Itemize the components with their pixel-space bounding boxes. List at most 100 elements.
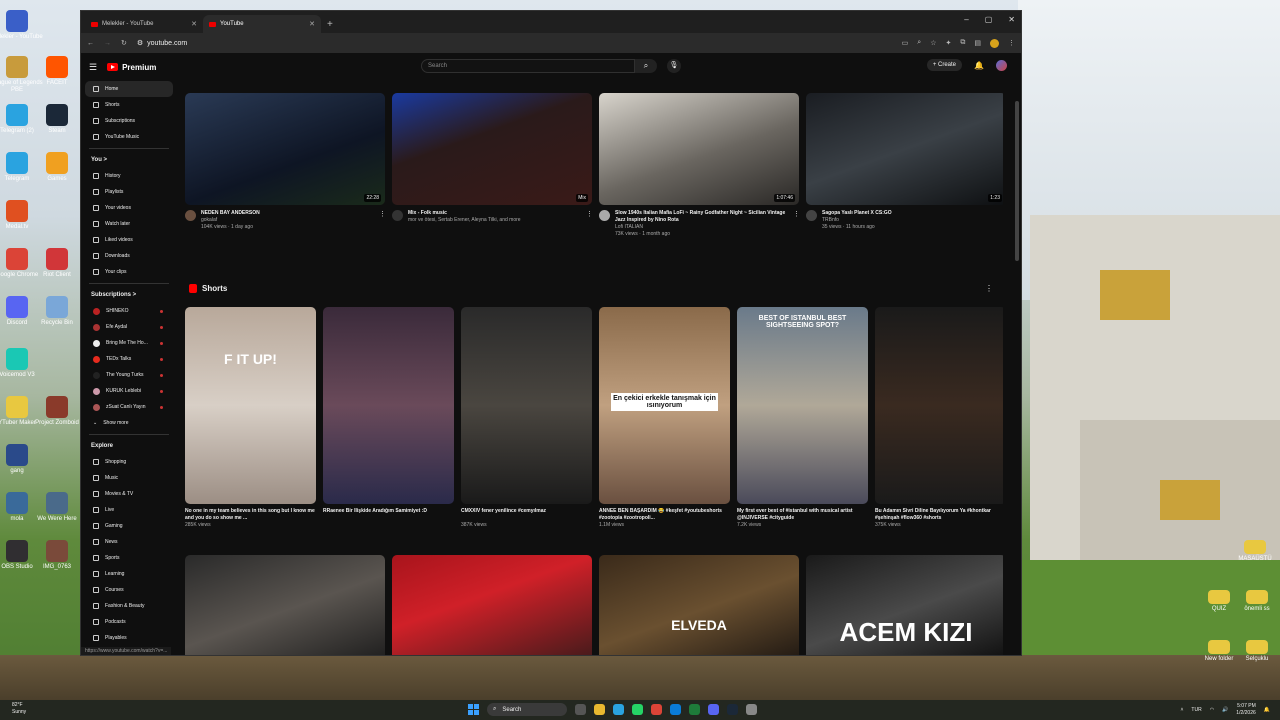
- profile-avatar-icon[interactable]: [990, 38, 999, 48]
- sidebar-item-playlists[interactable]: Playlists: [81, 184, 177, 200]
- channel-avatar[interactable]: [599, 210, 610, 221]
- video-card[interactable]: ACEM KIZI5:33: [806, 555, 1003, 655]
- video-thumbnail[interactable]: Mix: [392, 93, 592, 205]
- site-info-icon[interactable]: ⚙: [137, 39, 143, 47]
- file-explorer-icon[interactable]: [594, 704, 605, 715]
- sidebar-subscription[interactable]: TEDx Talks: [81, 351, 177, 367]
- short-thumbnail[interactable]: [875, 307, 1003, 504]
- tab-melekler[interactable]: Melekler - YouTube ✕: [85, 15, 203, 33]
- create-button[interactable]: + Create: [926, 59, 963, 71]
- language-indicator[interactable]: TUR: [1191, 707, 1201, 713]
- desktop-icon[interactable]: Melekler - YouTube: [0, 10, 44, 41]
- channel-avatar[interactable]: [392, 210, 403, 221]
- sidebar-subscription[interactable]: Bring Me The Ho...: [81, 335, 177, 351]
- chrome-icon[interactable]: [651, 704, 662, 715]
- reload-icon[interactable]: ↻: [121, 39, 127, 47]
- desktop-icon[interactable]: Selçuklu: [1230, 640, 1280, 663]
- wifi-icon[interactable]: ◠: [1210, 707, 1214, 713]
- video-card[interactable]: 2:49: [392, 555, 592, 655]
- sidebar-item-home[interactable]: Home: [85, 81, 173, 97]
- video-thumbnail[interactable]: 22:28: [185, 93, 385, 205]
- desktop-icon[interactable]: Recycle Bin: [30, 296, 84, 327]
- short-card[interactable]: Bu Adamın Sivri Diline Bayılıyorum Ya #k…: [875, 307, 1003, 528]
- short-thumbnail[interactable]: F IT UP!: [185, 307, 316, 504]
- video-title[interactable]: Mix - Folk music: [408, 210, 581, 217]
- sidebar-you-header[interactable]: You >: [81, 152, 177, 168]
- extension-icon[interactable]: ✦: [946, 39, 952, 47]
- show-more-button[interactable]: ⌄ Show more: [81, 415, 177, 431]
- short-thumbnail[interactable]: [323, 307, 454, 504]
- tray-chevron-icon[interactable]: ˄: [1180, 707, 1183, 713]
- notification-icon[interactable]: 🔔: [1264, 707, 1270, 713]
- maximize-button[interactable]: ▢: [985, 15, 993, 24]
- channel-name[interactable]: TRBnfo: [822, 217, 995, 224]
- desktop-icon[interactable]: Games: [30, 152, 84, 183]
- desktop-icon[interactable]: IMG_0763: [30, 540, 84, 571]
- sidebar-subscription[interactable]: zSuat Canlı Yayın: [81, 399, 177, 415]
- discord-icon[interactable]: [708, 704, 719, 715]
- desktop-icon[interactable]: önemli ss: [1230, 590, 1280, 613]
- channel-name[interactable]: gokalaf: [201, 217, 374, 224]
- video-thumbnail[interactable]: Mix: [185, 555, 385, 655]
- hamburger-menu-icon[interactable]: ☰: [89, 62, 97, 73]
- edge-icon[interactable]: [670, 704, 681, 715]
- video-card[interactable]: ELVEDAMix: [599, 555, 799, 655]
- short-title[interactable]: RRaenee Bir İlişkide Aradığım Samimiyet …: [323, 508, 454, 522]
- video-thumbnail[interactable]: 2:49: [392, 555, 592, 655]
- short-card[interactable]: RRaenee Bir İlişkide Aradığım Samimiyet …: [323, 307, 454, 528]
- sidebar-item-music[interactable]: Music: [81, 470, 177, 486]
- sidebar-item-shorts[interactable]: Shorts: [81, 97, 177, 113]
- sidebar-item-fashion-beauty[interactable]: Fashion & Beauty: [81, 598, 177, 614]
- voice-search-button[interactable]: 🎙: [667, 59, 681, 73]
- back-icon[interactable]: ←: [87, 40, 94, 47]
- start-windows-icon[interactable]: [468, 704, 479, 715]
- video-title[interactable]: NEDEN BAY ANDERSON: [201, 210, 374, 217]
- video-title[interactable]: Slow 1940s Italian Mafia LoFi ~ Rainy Go…: [615, 210, 788, 224]
- close-window-button[interactable]: ✕: [1008, 15, 1015, 24]
- sidebar-subscription[interactable]: KURUK Leblebi: [81, 383, 177, 399]
- short-title[interactable]: My first ever best of #istanbul with mus…: [737, 508, 868, 522]
- desktop-icon[interactable]: MASAÜSTÜ: [1228, 540, 1280, 563]
- sidebar-item-shopping[interactable]: Shopping: [81, 454, 177, 470]
- more-options-icon[interactable]: ⋮: [586, 210, 593, 224]
- shorts-more-icon[interactable]: ⋮: [985, 284, 993, 293]
- youtube-logo[interactable]: Premium: [107, 63, 156, 72]
- video-card[interactable]: Mix: [185, 555, 385, 655]
- minimize-button[interactable]: –: [964, 15, 968, 24]
- task-view-icon[interactable]: [575, 704, 586, 715]
- short-title[interactable]: Bu Adamın Sivri Diline Bayılıyorum Ya #k…: [875, 508, 1003, 522]
- desktop-icon[interactable]: We Were Here: [30, 492, 84, 523]
- sidebar-item-playables[interactable]: Playables: [81, 630, 177, 646]
- sidebar-item-learning[interactable]: Learning: [81, 566, 177, 582]
- scrollbar[interactable]: [1015, 101, 1019, 261]
- sidebar-item-movies-tv[interactable]: Movies & TV: [81, 486, 177, 502]
- sidebar-subscription[interactable]: Efe Aydal: [81, 319, 177, 335]
- short-card[interactable]: CMXXIV fener yenilince #cemyılmaz 387K vi…: [461, 307, 592, 528]
- extensions-puzzle-icon[interactable]: ⧉: [960, 39, 965, 47]
- cast-icon[interactable]: ▭: [902, 39, 909, 47]
- sidebar-item-downloads[interactable]: Downloads: [81, 248, 177, 264]
- short-title[interactable]: No one in my team believes in this song …: [185, 508, 316, 522]
- video-card[interactable]: 1:07:46 Slow 1940s Italian Mafia LoFi ~ R…: [599, 93, 800, 238]
- sidebar-item-watch-later[interactable]: Watch later: [81, 216, 177, 232]
- short-title[interactable]: ANNEE BEN BAŞARDIM 😂 #keşfet #youtubesho…: [599, 508, 730, 522]
- sidebar-item-courses[interactable]: Courses: [81, 582, 177, 598]
- sidebar-item-your-clips[interactable]: Your clips: [81, 264, 177, 280]
- channel-avatar[interactable]: [806, 210, 817, 221]
- short-thumbnail[interactable]: En çekici erkekle tanışmak için ısınıyor…: [599, 307, 730, 504]
- sidebar-subscription[interactable]: The Young Turks: [81, 367, 177, 383]
- video-thumbnail[interactable]: 1:23: [806, 93, 1003, 205]
- desktop-icon[interactable]: FACEIT: [30, 56, 84, 87]
- new-tab-button[interactable]: +: [321, 19, 339, 33]
- channel-name[interactable]: mor ve ötesi, Sertab Erener, Aleyna Tilk…: [408, 217, 581, 224]
- sidebar-item-liked-videos[interactable]: Liked videos: [81, 232, 177, 248]
- zoom-icon[interactable]: ⌕: [917, 39, 921, 47]
- desktop-icon[interactable]: Voicemod V3: [0, 348, 44, 379]
- video-card[interactable]: Mix Mix - Folk music mor ve ötesi, Sertab …: [392, 93, 593, 238]
- channel-name[interactable]: Lofi ITALIAN: [615, 224, 788, 231]
- search-input[interactable]: Search: [421, 59, 635, 73]
- video-thumbnail[interactable]: 1:07:46: [599, 93, 799, 205]
- sidebar-item-history[interactable]: History: [81, 168, 177, 184]
- volume-icon[interactable]: 🔊: [1222, 707, 1228, 713]
- desktop-icon[interactable]: Medal.tv: [0, 200, 44, 231]
